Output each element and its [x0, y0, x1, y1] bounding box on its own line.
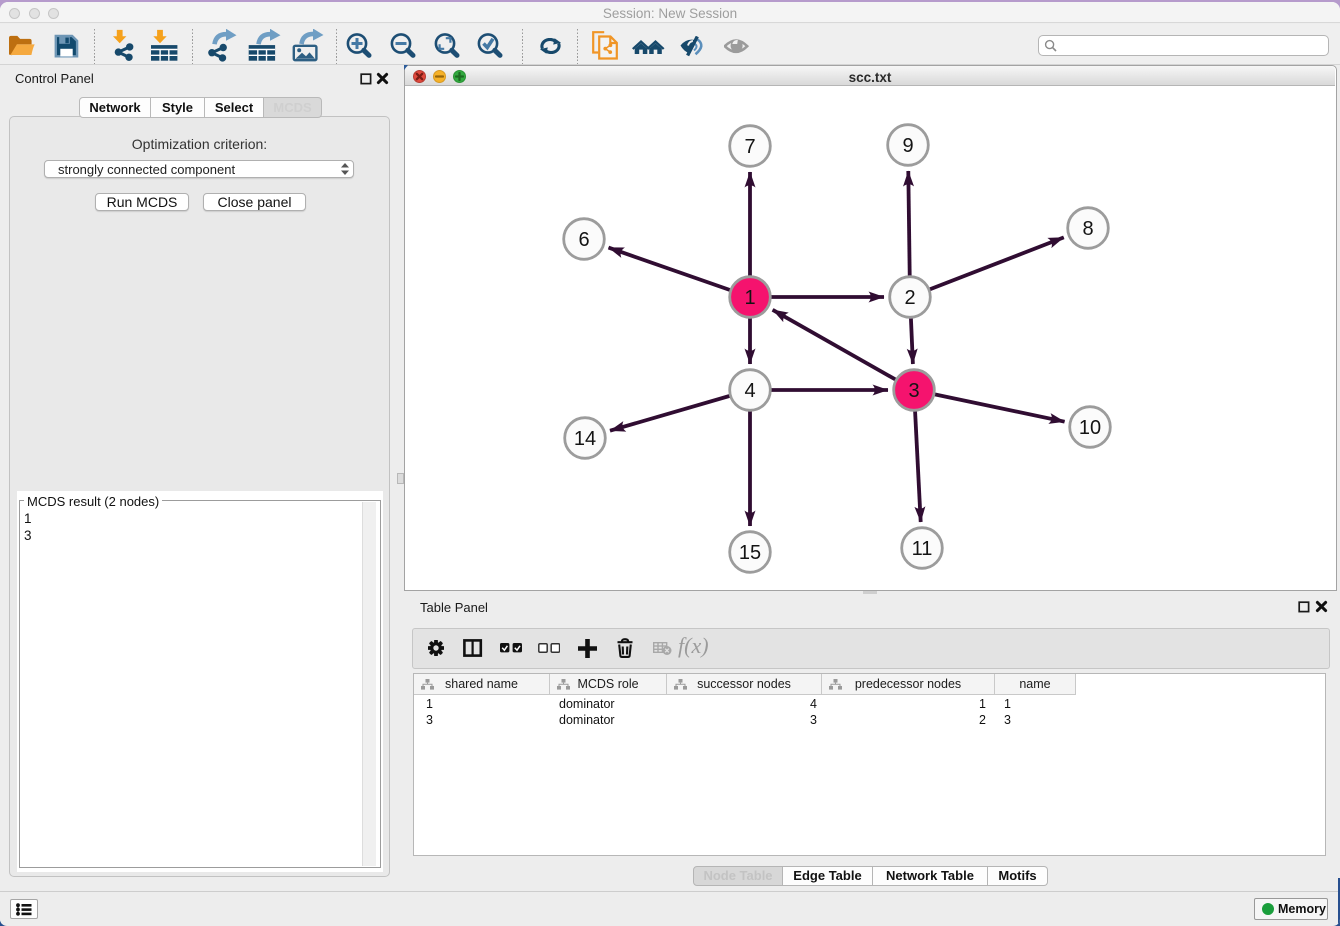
svg-text:15: 15 — [739, 542, 761, 564]
svg-text:7: 7 — [744, 136, 755, 158]
svg-text:4: 4 — [744, 380, 755, 402]
svg-text:3: 3 — [908, 380, 919, 402]
svg-text:9: 9 — [902, 135, 913, 157]
svg-text:1: 1 — [744, 287, 755, 309]
svg-text:8: 8 — [1082, 218, 1093, 240]
svg-text:14: 14 — [574, 428, 596, 450]
svg-text:2: 2 — [904, 287, 915, 309]
svg-text:11: 11 — [912, 538, 933, 560]
svg-text:10: 10 — [1079, 417, 1101, 439]
svg-text:6: 6 — [578, 229, 589, 251]
